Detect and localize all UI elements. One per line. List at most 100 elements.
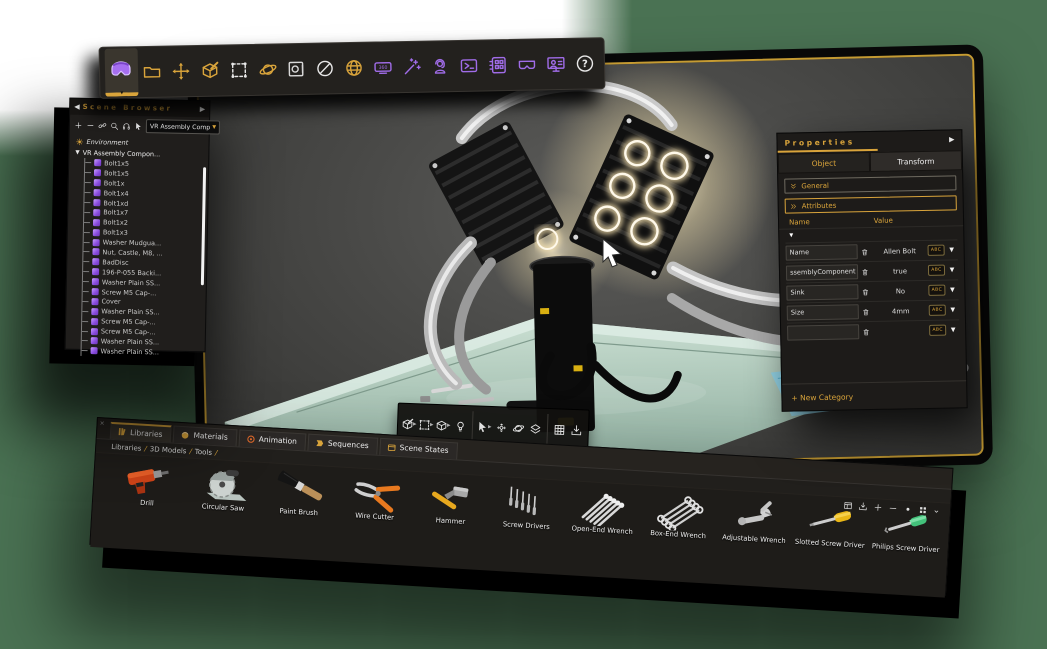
library-add-icon[interactable] [873, 502, 884, 513]
library-caret-down-icon[interactable] [933, 507, 940, 514]
attribute-name-field[interactable]: ssemblyComponent [786, 264, 858, 280]
panel-expand-right-icon[interactable]: ▶ [200, 106, 206, 113]
scene-browser-cursor-icon[interactable] [134, 121, 143, 130]
attribute-value-field[interactable]: Allen Bolt [872, 246, 928, 255]
delete-attribute-button[interactable] [859, 307, 873, 315]
viewport-tool-bulb[interactable] [452, 412, 470, 441]
toolbar-button-presenter[interactable] [541, 43, 571, 86]
viewport-tool-cursor[interactable]: ▶ [475, 412, 493, 441]
delete-attribute-button[interactable] [858, 268, 872, 276]
toolbar-button-magic-wand[interactable] [397, 46, 427, 89]
delete-attribute-button[interactable] [858, 248, 872, 256]
library-tool-screw-drivers[interactable]: Screw Drivers [488, 481, 567, 532]
toolbar-button-folder[interactable] [137, 51, 167, 94]
library-thumb-grid-icon[interactable] [918, 505, 929, 516]
attribute-name-field[interactable]: Size [787, 304, 859, 320]
tree-item[interactable]: Washer Plain SS... [81, 346, 202, 358]
attribute-name-field[interactable]: Name [786, 244, 858, 260]
delete-attribute-button[interactable] [858, 287, 872, 295]
attribute-value-field[interactable] [873, 330, 929, 331]
scene-browser-search-icon[interactable] [110, 121, 119, 130]
attribute-value-field[interactable]: No [872, 286, 928, 295]
bulb-icon [454, 419, 467, 432]
viewport-tool-grid[interactable] [550, 415, 568, 444]
library-remove-icon[interactable] [888, 503, 899, 514]
component-cube-icon [91, 318, 98, 325]
attribute-name-field[interactable]: Sink [786, 284, 858, 300]
toolbar-button-help[interactable]: ? [570, 42, 600, 85]
attribute-value-field[interactable]: 4mm [873, 306, 929, 315]
type-badge[interactable]: ABC [928, 245, 945, 256]
viewport-tool-gizmo-move[interactable] [492, 413, 510, 442]
headphones-icon [122, 121, 131, 130]
library-options-icon[interactable] [903, 504, 914, 515]
toolbar-button-view-360[interactable]: 360 [368, 46, 398, 89]
toolbar-button-disable[interactable] [310, 47, 340, 90]
svg-text:360: 360 [378, 65, 387, 71]
breadcrumb-item[interactable]: Libraries [111, 443, 142, 453]
library-import-down-icon[interactable] [858, 501, 869, 512]
chevron-down-icon[interactable]: ▼ [946, 286, 958, 293]
library-tool-open-end-wrench[interactable]: Open-End Wrench [564, 486, 643, 537]
tree-label: Screw M5 Cap-... [101, 327, 156, 336]
toolbar-button-console[interactable] [454, 44, 484, 87]
library-tab-libraries[interactable]: Libraries [110, 422, 172, 443]
breadcrumb-item[interactable]: 3D Models [150, 445, 187, 455]
tab-label: Libraries [130, 428, 163, 439]
library-tool-adjustable-wrench[interactable]: Adjustable Wrench [716, 495, 795, 546]
chevron-down-icon[interactable]: ▼ [947, 326, 959, 333]
toolbar-button-orbit[interactable] [253, 48, 283, 91]
attribute-value-field[interactable]: true [872, 266, 928, 275]
toolbar-button-vr-headset[interactable] [105, 48, 139, 97]
tool-label: Adjustable Wrench [722, 534, 786, 546]
viewport-tool-box-edit[interactable]: ▶ [401, 410, 419, 439]
section-general[interactable]: General [784, 175, 956, 193]
library-tool-paint-brush[interactable]: Paint Brush [260, 468, 339, 519]
scene-filter-dropdown[interactable]: VR Assembly Comp▼ [146, 119, 220, 134]
type-badge[interactable]: ABC [928, 265, 945, 276]
type-badge[interactable]: ABC [928, 285, 945, 296]
scene-browser-headphones-icon[interactable] [122, 121, 131, 130]
toolbar-button-move[interactable] [166, 50, 196, 93]
chevron-down-icon[interactable]: ▼ [946, 246, 958, 253]
chevron-down-icon[interactable]: ▼ [947, 306, 959, 313]
tab-transform[interactable]: Transform [870, 150, 962, 172]
viewport-tool-import-down[interactable] [567, 416, 585, 445]
chevron-down-icon[interactable]: ▼ [946, 266, 958, 273]
library-tool-box-end-wrench[interactable]: Box-End Wrench [640, 490, 719, 541]
toolbar-button-vr-goggles[interactable] [512, 43, 542, 86]
breadcrumb-item[interactable]: Tools [195, 448, 213, 457]
section-label: General [801, 181, 829, 190]
toolbar-button-box-edit[interactable] [195, 49, 225, 92]
library-tool-hammer[interactable]: Hammer [412, 477, 491, 528]
viewport-tool-cube[interactable]: ▶ [435, 411, 453, 440]
attribute-name-field[interactable] [787, 324, 859, 340]
open-end-wrench-thumbnail-icon [575, 487, 631, 528]
scene-browser-link-icon[interactable] [98, 121, 107, 130]
scene-browser-remove-icon[interactable] [86, 120, 95, 129]
material-sphere-icon [180, 429, 191, 440]
tab-object[interactable]: Object [778, 152, 870, 174]
library-tool-drill[interactable]: Drill [109, 459, 188, 510]
panel-collapse-left-icon[interactable]: ◀ [74, 103, 80, 110]
viewport-tool-layers[interactable] [526, 414, 544, 443]
toolbar-button-safe[interactable] [282, 48, 312, 91]
delete-attribute-button[interactable] [859, 327, 873, 335]
viewport-tool-marquee-select[interactable]: ▶ [418, 410, 436, 439]
panel-expand-right-icon[interactable]: ▶ [949, 136, 955, 143]
toolbar-button-globe[interactable] [339, 47, 369, 90]
library-panel-icon[interactable] [843, 500, 854, 511]
viewport-tool-orbit[interactable] [509, 414, 527, 443]
library-tool-circular-saw[interactable]: Circular Saw [185, 463, 264, 514]
type-badge[interactable]: ABC [929, 325, 946, 336]
type-badge[interactable]: ABC [929, 305, 946, 316]
scene-browser-add-icon[interactable] [74, 120, 83, 129]
toolbar-button-macro-grid[interactable] [483, 44, 513, 87]
toolbar-button-marquee-select[interactable] [224, 49, 254, 92]
library-tool-wire-cutter[interactable]: Wire Cutter [336, 472, 415, 523]
app-canvas: ▶▶▶▶ 360? ◀ Scene Browser ▶ VR Assembly … [0, 0, 1047, 649]
presenter-icon [546, 54, 566, 74]
new-category-button[interactable]: + New Category [791, 392, 853, 402]
close-icon[interactable]: ✕ [99, 420, 104, 427]
toolbar-button-narrator[interactable] [426, 45, 456, 88]
